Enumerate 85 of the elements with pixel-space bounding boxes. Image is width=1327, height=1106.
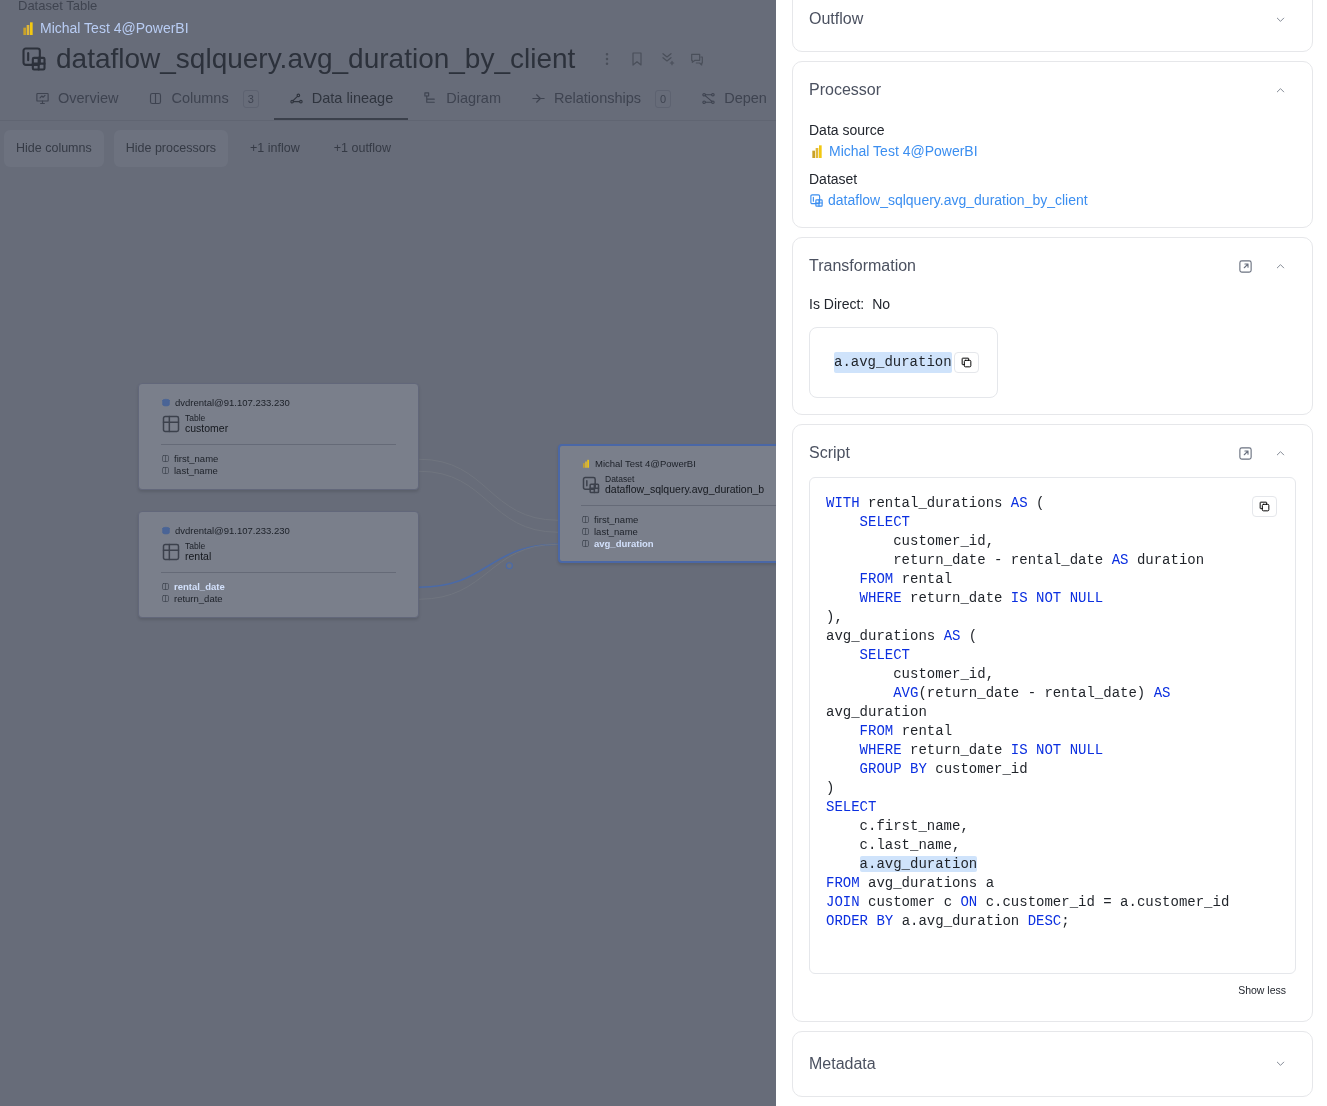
code-line: WHERE return_date IS NOT NULL: [858, 741, 1104, 760]
section-title: Script: [809, 443, 850, 463]
table-icon: [161, 413, 181, 434]
chart-bars-icon: [20, 20, 36, 37]
columns-icon: [148, 91, 164, 107]
network-icon: [701, 91, 717, 107]
column-icon: [161, 454, 170, 464]
column-icon: [161, 582, 170, 592]
code-line: JOIN customer c ON c.customer_id = a.customer_id: [826, 893, 1230, 912]
table-icon: [161, 541, 181, 562]
code-line: FROM avg_durations a: [826, 874, 995, 893]
field-value: No: [872, 295, 891, 314]
node-source: dvdrental@91.107.233.230: [175, 395, 290, 410]
chart-bars-icon: [809, 143, 825, 160]
field-label: Data source: [809, 121, 886, 140]
page-title: dataflow_sqlquery.avg_duration_by_client: [56, 42, 576, 76]
copy-button[interactable]: [953, 352, 979, 373]
expand-icon[interactable]: [1238, 445, 1253, 461]
node-column[interactable]: avg_duration: [594, 537, 654, 550]
section-title: Processor: [809, 80, 882, 100]
code-line: SELECT: [858, 513, 911, 532]
expand-icon[interactable]: [1238, 258, 1253, 274]
node-name: customer: [185, 422, 229, 434]
code-line: return_date - rental_date AS duration: [892, 551, 1205, 570]
copy-icon: [1258, 500, 1271, 513]
code-line: SELECT: [858, 646, 911, 665]
copy-button[interactable]: [1252, 496, 1277, 517]
dataset-icon: [581, 474, 601, 495]
node-column[interactable]: first_name: [174, 452, 219, 465]
code-line: WITH rental_durations AS (: [826, 494, 1045, 513]
code-line: avg_duration: [826, 703, 927, 722]
code-line: FROM rental: [858, 570, 953, 589]
code-line: ),: [826, 608, 843, 627]
column-icon: [581, 539, 590, 549]
node-type: Table: [185, 541, 207, 551]
node-type: Dataset: [605, 474, 636, 484]
code-line: FROM rental: [858, 722, 953, 741]
field-link[interactable]: dataflow_sqlquery.avg_duration_by_client: [828, 190, 1088, 211]
node-source: dvdrental@91.107.233.230: [175, 523, 290, 538]
section-title: Outflow: [809, 9, 864, 29]
chevrons-plus-icon[interactable]: [659, 51, 676, 67]
column-icon: [161, 594, 170, 604]
code-line: WHERE return_date IS NOT NULL: [858, 589, 1104, 608]
lineage-node[interactable]: Michal Test 4@PowerBI Dataset dataflow_sqlquery.avg_duration_b first_name last_name avg_duration: [558, 443, 776, 563]
code-line: GROUP BY customer_id: [858, 760, 1028, 779]
node-column[interactable]: first_name: [594, 513, 639, 526]
chart-bars-icon: [581, 458, 591, 469]
code-line: ORDER BY a.avg_duration DESC;: [826, 912, 1070, 931]
source-link[interactable]: Michal Test 4@PowerBI: [40, 18, 189, 39]
code-line: customer_id,: [892, 665, 995, 684]
dataset-icon: [20, 45, 48, 73]
copy-icon: [959, 356, 973, 369]
show-less-link[interactable]: Show less: [1238, 983, 1286, 999]
node-name: dataflow_sqlquery.avg_duration_b: [605, 483, 765, 495]
node-name: rental: [185, 550, 212, 562]
column-icon: [581, 527, 590, 537]
column-icon: [581, 515, 590, 525]
section-title: Metadata: [809, 1053, 876, 1074]
lineage-node[interactable]: dvdrental@91.107.233.230 Table rental rental_date return_date: [138, 510, 419, 618]
field-label: Is Direct:: [809, 295, 865, 314]
code-line: avg_durations AS (: [826, 627, 978, 646]
code-line: c.last_name,: [858, 836, 961, 855]
field-link[interactable]: Michal Test 4@PowerBI: [829, 141, 978, 162]
node-column[interactable]: return_date: [174, 592, 223, 605]
dataset-icon: [809, 193, 824, 208]
comments-icon[interactable]: [689, 51, 706, 67]
monitor-icon: [35, 91, 50, 107]
lineage-node[interactable]: dvdrental@91.107.233.230 Table customer first_name last_name: [138, 382, 419, 490]
node-column[interactable]: rental_date: [174, 580, 225, 593]
toolbar-button[interactable]: Hide processors: [113, 129, 229, 167]
node-type: Table: [185, 413, 207, 423]
code-line: AVG(return_date - rental_date) AS: [892, 684, 1171, 703]
column-icon: [161, 466, 170, 476]
expression-code: a.avg_duration: [834, 352, 952, 373]
field-label: Dataset: [809, 170, 859, 189]
code-line: c.first_name,: [858, 817, 969, 836]
code-line: ): [826, 779, 835, 798]
code-line: SELECT: [826, 798, 877, 817]
toolbar-button[interactable]: Hide columns: [4, 129, 104, 167]
node-source: Michal Test 4@PowerBI: [595, 456, 696, 471]
tab[interactable]: Data lineage: [273, 81, 409, 120]
node-column[interactable]: last_name: [174, 464, 218, 477]
node-column[interactable]: last_name: [594, 525, 638, 538]
code-line: customer_id,: [892, 532, 995, 551]
section-title: Transformation: [809, 256, 916, 276]
